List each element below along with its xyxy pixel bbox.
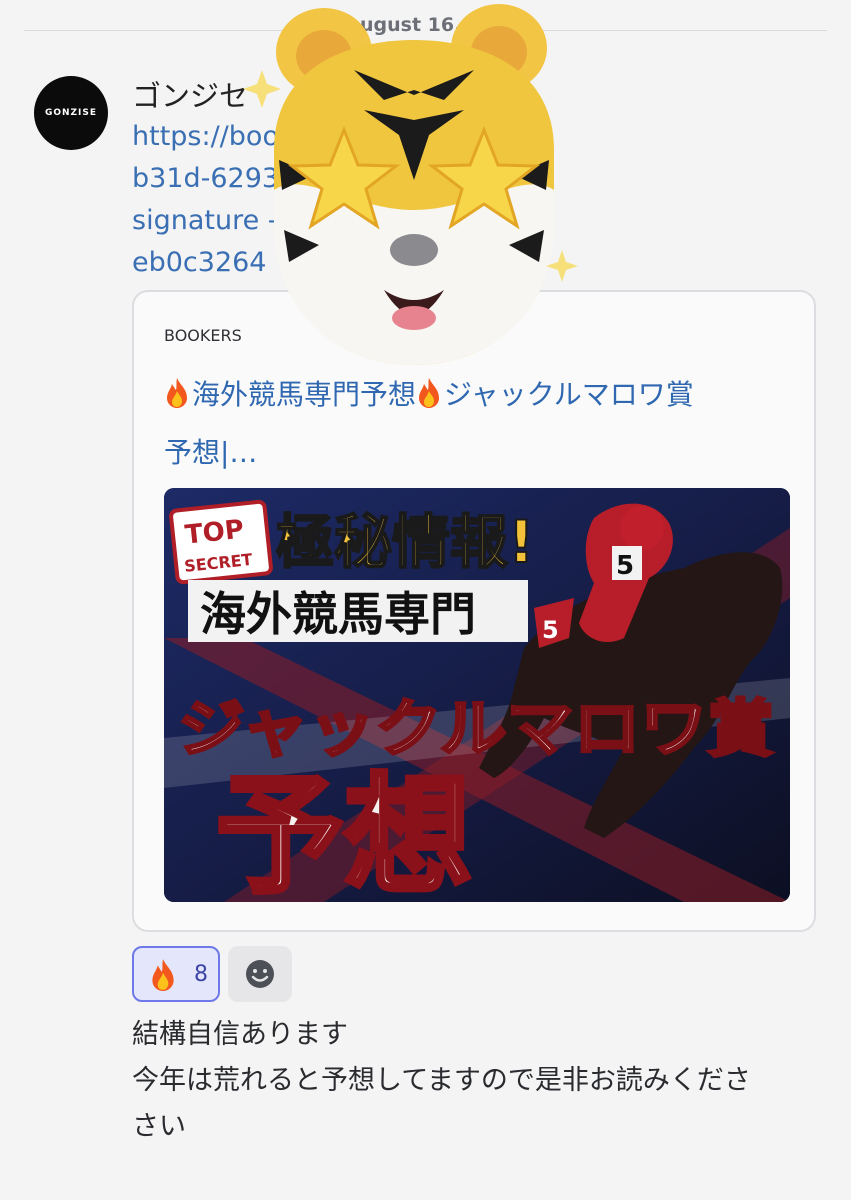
thumbnail-artwork: 5 5 TOP SECRET 極秘情報! 海外競馬専門 ジャックルマロワ賞 予想 — [164, 488, 790, 902]
embed-title-part[interactable]: 予想|… — [164, 436, 257, 469]
fire-emoji-icon — [419, 378, 440, 408]
avatar[interactable]: GONZISE — [34, 76, 108, 150]
badge-top: TOP — [184, 515, 246, 551]
avatar-text: GONZISE — [44, 108, 98, 118]
saddle-number: 5 — [616, 551, 634, 581]
embed-title[interactable]: 海外競馬専門予想 ジャックルマロワ賞 予想|… — [164, 366, 784, 482]
message-line: 結構自信あります — [132, 1019, 348, 1050]
thumbnail-race-name: ジャックルマロワ賞 — [178, 692, 774, 765]
author-name[interactable]: ゴンジセ — [132, 73, 248, 115]
embed-title-part[interactable]: ジャックルマロワ賞 — [444, 378, 694, 411]
message-line: さい — [132, 1111, 186, 1142]
link-embed-card: BOOKERS 海外競馬専門予想 ジャックルマロワ賞 予想|… 5 5 TOP … — [132, 290, 816, 932]
top-secret-badge: TOP SECRET — [169, 499, 273, 585]
embed-provider[interactable]: BOOKERS — [164, 326, 242, 345]
reaction-fire[interactable]: 8 — [132, 946, 220, 1002]
thumbnail-big-text: 予想 — [216, 762, 472, 902]
message-line: 今年は荒れると予想してますので是非お読みくださ — [132, 1065, 751, 1096]
saddle-cloth-number: 5 — [542, 616, 559, 644]
message-body: 結構自信あります 今年は荒れると予想してますので是非お読みくださ さい — [132, 1012, 822, 1150]
embed-title-part[interactable]: 海外競馬専門予想 — [192, 378, 416, 411]
thumbnail-subhead: 海外競馬専門 — [200, 587, 476, 641]
fire-emoji-icon — [152, 959, 174, 991]
reaction-count: 8 — [194, 962, 208, 987]
embed-thumbnail[interactable]: 5 5 TOP SECRET 極秘情報! 海外競馬専門 ジャックルマロワ賞 予想 — [164, 488, 790, 902]
add-reaction-button[interactable] — [228, 946, 292, 1002]
tiger-star-eyes-sticker — [244, 4, 578, 365]
smile-add-reaction-icon — [246, 960, 274, 988]
thumbnail-headline: 極秘情報! — [276, 508, 534, 576]
fire-emoji-icon — [167, 378, 187, 408]
